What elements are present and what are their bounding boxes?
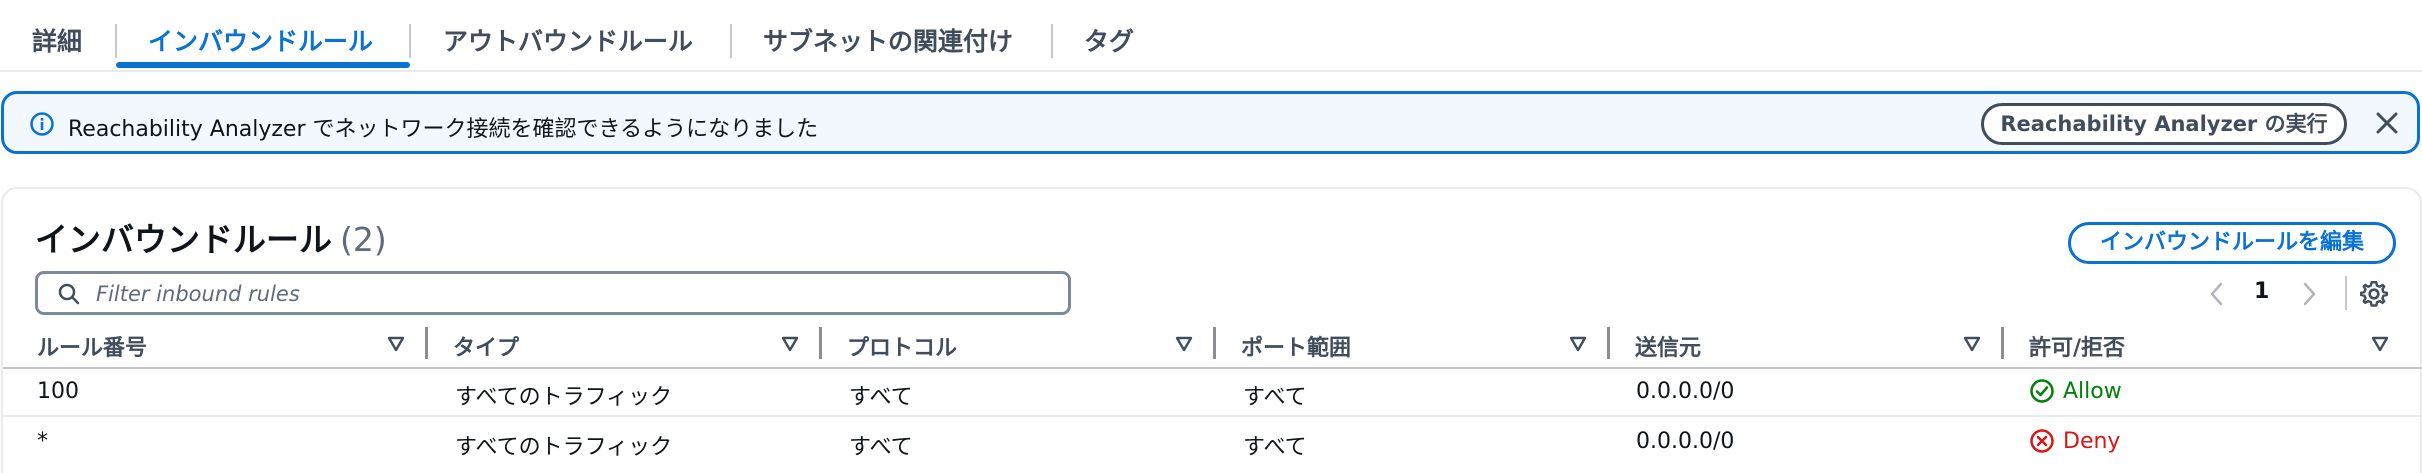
cell-type: すべてのトラフィック [455, 435, 673, 460]
cell-rule-number: 100 [37, 379, 79, 404]
column-header-source[interactable]: 送信元 [1635, 330, 1983, 361]
tab-subnet-associations[interactable]: サブネットの関連付け [763, 22, 1013, 58]
cell-type: すべてのトラフィック [455, 385, 673, 410]
status-allow: Allow [2029, 378, 2122, 404]
sort-caret-icon[interactable] [1963, 336, 1981, 352]
tab-inbound-rules[interactable]: インバウンドルール [148, 22, 373, 58]
column-label: ルール番号 [37, 336, 148, 361]
column-label: 許可/拒否 [2029, 336, 2126, 361]
column-header-protocol[interactable]: プロトコル [847, 330, 1195, 361]
cell-rule-number: * [37, 429, 48, 454]
chevron-left-icon[interactable] [2206, 281, 2228, 307]
run-reachability-analyzer-button[interactable]: Reachability Analyzer の実行 [1981, 103, 2347, 145]
column-header-rule-number[interactable]: ルール番号 [37, 330, 405, 361]
column-resizer[interactable] [1213, 327, 1216, 359]
tab-separator [115, 24, 117, 58]
sort-caret-icon[interactable] [781, 336, 799, 352]
column-resizer[interactable] [425, 327, 428, 359]
cell-port-range: すべて [1243, 385, 1307, 410]
filter-field[interactable] [35, 271, 1071, 315]
column-resizer[interactable] [2001, 327, 2004, 359]
info-icon [30, 112, 54, 136]
x-circle-icon [2030, 429, 2054, 453]
rule-count: (2) [340, 220, 387, 259]
active-tab-indicator [116, 62, 410, 68]
column-label: タイプ [453, 336, 520, 361]
sort-caret-icon[interactable] [2371, 336, 2389, 352]
panel-header: インバウンドルール (2) [35, 213, 387, 261]
status-text: Allow [2063, 378, 2122, 404]
sort-caret-icon[interactable] [1569, 336, 1587, 352]
column-header-port-range[interactable]: ポート範囲 [1241, 330, 1589, 361]
cell-port-range: すべて [1243, 435, 1307, 460]
column-resizer[interactable] [1607, 327, 1610, 359]
status-text: Deny [2063, 428, 2121, 454]
tab-bar: 詳細 インバウンドルール アウトバウンドルール サブネットの関連付け タグ [0, 0, 2422, 72]
column-header-type[interactable]: タイプ [453, 330, 801, 361]
tab-details[interactable]: 詳細 [32, 22, 82, 58]
search-icon [58, 283, 80, 305]
cell-source: 0.0.0.0/0 [1636, 429, 1735, 454]
page-number[interactable]: 1 [2254, 279, 2269, 304]
column-resizer[interactable] [819, 327, 822, 359]
chevron-right-icon[interactable] [2298, 281, 2320, 307]
check-circle-icon [2030, 379, 2054, 403]
column-header-allow-deny[interactable]: 許可/拒否 [2029, 330, 2399, 361]
close-icon[interactable] [2374, 110, 2400, 136]
cell-protocol: すべて [849, 435, 913, 460]
column-label: 送信元 [1635, 336, 1702, 361]
status-deny: Deny [2029, 428, 2120, 454]
pager-separator [2345, 276, 2347, 310]
inbound-rules-panel: インバウンドルール(2) インバウンドルールを編集 1 ルール番号 タイプ [1, 187, 2422, 473]
info-banner: Reachability Analyzer でネットワーク接続を確認できるように… [1, 91, 2420, 154]
filter-input[interactable] [96, 279, 1056, 309]
gear-icon[interactable] [2360, 280, 2388, 308]
table-row: 100 すべてのトラフィック すべて すべて 0.0.0.0/0 Allow [3, 369, 2422, 417]
cell-protocol: すべて [849, 385, 913, 410]
tab-tags[interactable]: タグ [1084, 22, 1134, 58]
tab-outbound-rules[interactable]: アウトバウンドルール [443, 22, 693, 58]
tab-separator [730, 24, 732, 58]
sort-caret-icon[interactable] [1175, 336, 1193, 352]
column-label: プロトコル [847, 336, 958, 361]
tab-separator [409, 24, 411, 58]
panel-title: インバウンドルール [35, 220, 332, 259]
tab-separator [1051, 24, 1053, 58]
sort-caret-icon[interactable] [387, 336, 405, 352]
banner-message: Reachability Analyzer でネットワーク接続を確認できるように… [68, 117, 819, 142]
cell-source: 0.0.0.0/0 [1636, 379, 1735, 404]
column-label: ポート範囲 [1241, 336, 1352, 361]
table-header: ルール番号 タイプ プロトコル ポート範囲 送信元 許可/拒否 [3, 324, 2422, 369]
table-row: * すべてのトラフィック すべて すべて 0.0.0.0/0 Deny [3, 419, 2422, 467]
edit-inbound-rules-button[interactable]: インバウンドルールを編集 [2068, 222, 2396, 264]
